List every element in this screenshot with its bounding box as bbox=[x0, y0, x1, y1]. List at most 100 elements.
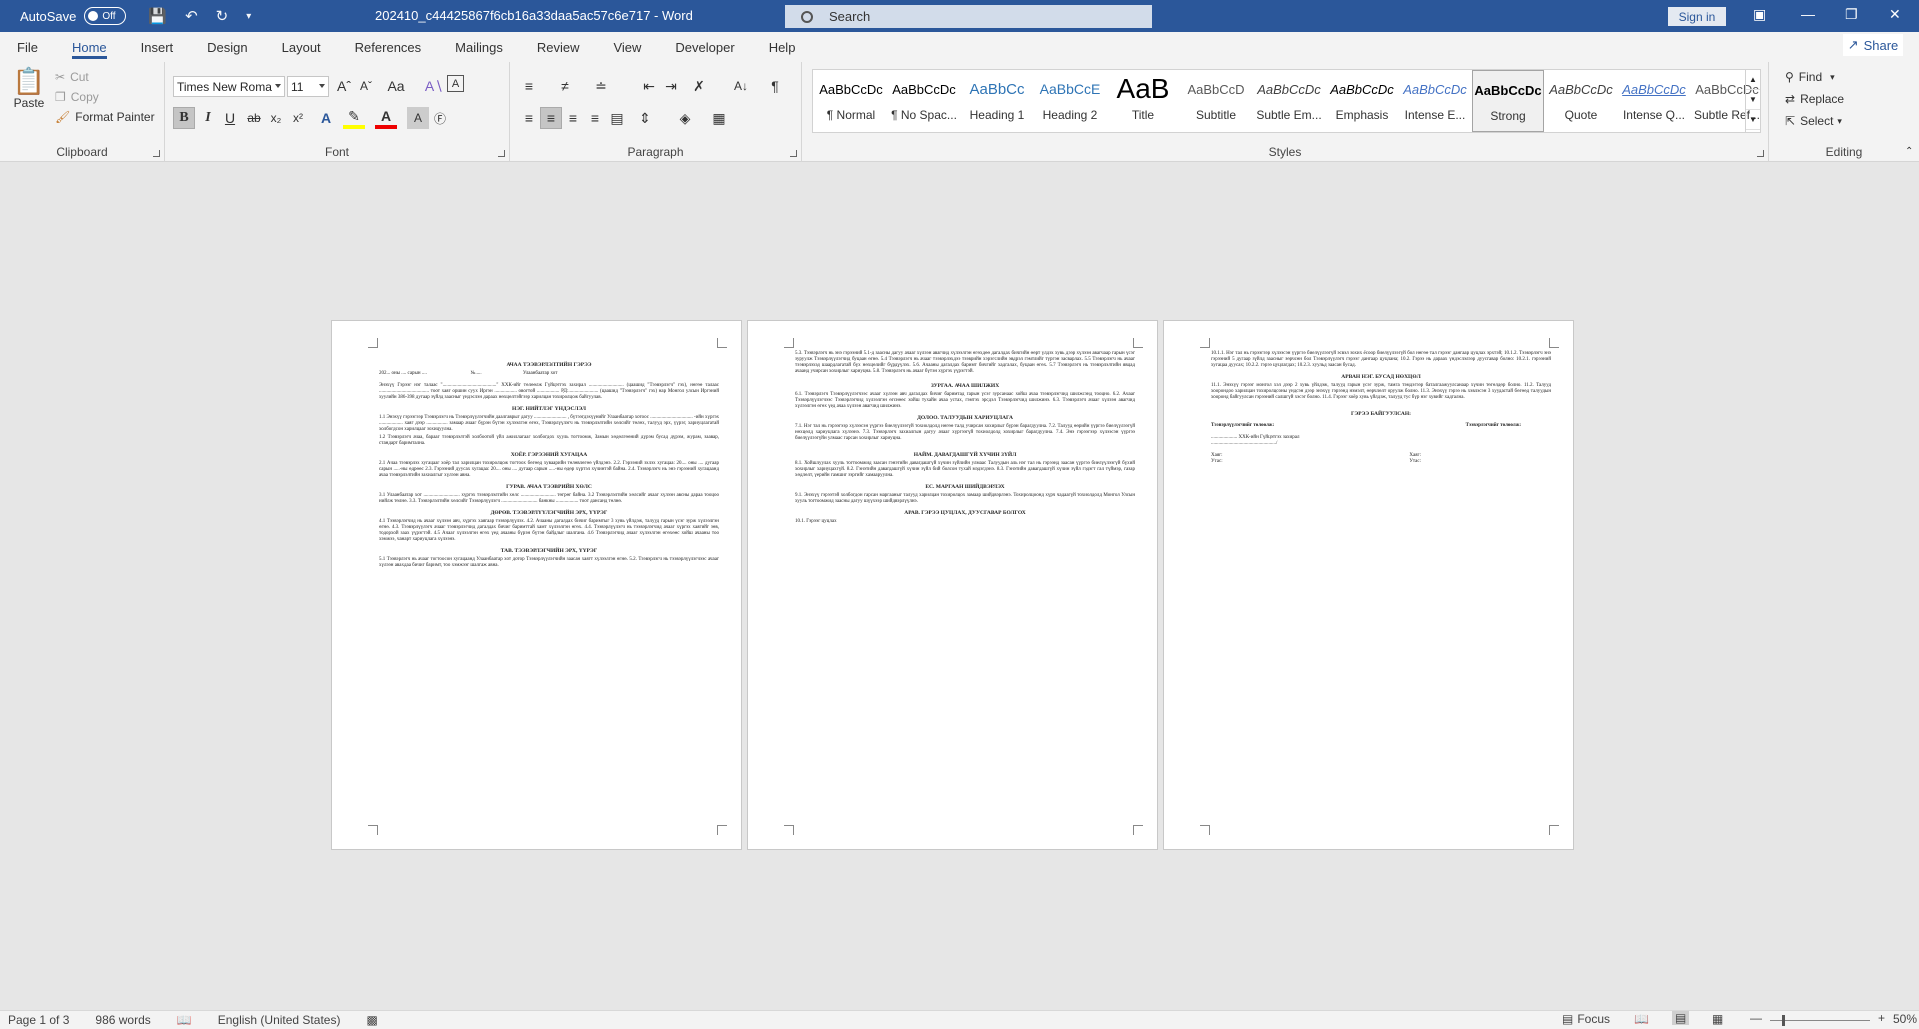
zoom-out-icon[interactable]: — bbox=[1750, 1011, 1762, 1025]
clipboard-launcher-icon[interactable] bbox=[153, 150, 160, 157]
highlight-icon[interactable]: ✎ bbox=[343, 107, 365, 129]
show-formatting-icon[interactable]: ¶ bbox=[764, 75, 786, 97]
redo-icon[interactable]: ↻ bbox=[216, 7, 229, 25]
paste-button[interactable]: 📋 Paste bbox=[12, 66, 46, 110]
document-area[interactable]: АЧАА ТЭЭВЭРЛЭЛТИЙН ГЭРЭЭ 202... оны ....… bbox=[0, 163, 1919, 1010]
close-icon[interactable]: ✕ bbox=[1889, 6, 1901, 23]
cut-button[interactable]: ✂ Cut bbox=[55, 70, 89, 84]
style-normal[interactable]: AaBbCcDc ¶ Normal bbox=[815, 70, 887, 132]
text-effects-icon[interactable]: A bbox=[315, 107, 337, 129]
zoom-slider[interactable] bbox=[1770, 1015, 1870, 1026]
tab-design[interactable]: Design bbox=[190, 32, 264, 62]
gallery-down-icon[interactable]: ▼ bbox=[1746, 90, 1760, 110]
minimize-icon[interactable]: — bbox=[1801, 6, 1815, 22]
italic-icon[interactable]: I bbox=[197, 107, 219, 129]
zoom-in-icon[interactable]: + bbox=[1878, 1011, 1885, 1025]
tab-view[interactable]: View bbox=[596, 32, 658, 62]
tab-layout[interactable]: Layout bbox=[265, 32, 338, 62]
character-shading-icon[interactable]: A bbox=[407, 107, 429, 129]
align-right-icon[interactable]: ≡ bbox=[562, 107, 584, 129]
multilevel-list-icon[interactable]: ≐ bbox=[590, 75, 612, 97]
ribbon-display-icon[interactable]: ▣ bbox=[1753, 6, 1766, 23]
tab-help[interactable]: Help bbox=[752, 32, 813, 62]
page-3[interactable]: 10.1.1. Нэг тал нь гэрээгээр хүлээсэн үү… bbox=[1164, 321, 1573, 849]
style-no-spac[interactable]: AaBbCcDc ¶ No Spac... bbox=[888, 70, 960, 132]
style-subtle-em[interactable]: AaBbCcDc Subtle Em... bbox=[1253, 70, 1325, 132]
enclose-characters-icon[interactable]: Ⓕ bbox=[429, 107, 451, 129]
zoom-level[interactable]: 50% bbox=[1893, 1012, 1917, 1026]
strikethrough-icon[interactable]: ab bbox=[243, 107, 265, 129]
subscript-icon[interactable]: x₂ bbox=[265, 107, 287, 129]
maximize-icon[interactable]: ❐ bbox=[1845, 6, 1858, 23]
gallery-up-icon[interactable]: ▲ bbox=[1746, 70, 1760, 90]
zoom-slider-thumb[interactable] bbox=[1782, 1015, 1785, 1026]
change-case-icon[interactable]: Aa bbox=[385, 75, 407, 97]
tab-insert[interactable]: Insert bbox=[124, 32, 191, 62]
sort-icon[interactable]: A↓ bbox=[730, 75, 752, 97]
paragraph-launcher-icon[interactable] bbox=[790, 150, 797, 157]
shrink-font-icon[interactable]: Aˇ bbox=[355, 75, 377, 97]
decrease-indent-icon[interactable]: ⇤ bbox=[638, 75, 660, 97]
tab-review[interactable]: Review bbox=[520, 32, 597, 62]
align-center-icon[interactable]: ≡ bbox=[540, 107, 562, 129]
numbering-icon[interactable]: ≠ bbox=[554, 75, 576, 97]
style-quote[interactable]: AaBbCcDc Quote bbox=[1545, 70, 1617, 132]
style-heading-1[interactable]: AaBbCc Heading 1 bbox=[961, 70, 1033, 132]
grow-font-icon[interactable]: Aˆ bbox=[333, 75, 355, 97]
style-intense-e[interactable]: AaBbCcDc Intense E... bbox=[1399, 70, 1471, 132]
copy-button[interactable]: ❐ Copy bbox=[55, 90, 99, 104]
page-count[interactable]: Page 1 of 3 bbox=[8, 1013, 69, 1027]
autosave-toggle[interactable]: Off bbox=[84, 7, 127, 25]
font-launcher-icon[interactable] bbox=[498, 150, 505, 157]
style-subtitle[interactable]: AaBbCcD Subtitle bbox=[1180, 70, 1252, 132]
tab-home[interactable]: Home bbox=[55, 32, 124, 62]
line-spacing-icon[interactable]: ⇕ bbox=[634, 107, 656, 129]
replace-button[interactable]: ⇄ Replace bbox=[1785, 92, 1844, 106]
font-color-icon[interactable]: A bbox=[375, 107, 397, 129]
shading-icon[interactable]: ◈ bbox=[674, 107, 696, 129]
find-button[interactable]: ⚲ Find ▾ bbox=[1785, 70, 1835, 84]
character-border-icon[interactable]: A bbox=[447, 75, 464, 92]
sign-in-button[interactable]: Sign in bbox=[1668, 7, 1726, 26]
page-1[interactable]: АЧАА ТЭЭВЭРЛЭЛТИЙН ГЭРЭЭ 202... оны ....… bbox=[332, 321, 741, 849]
proofing-icon[interactable]: 📖 bbox=[177, 1013, 192, 1027]
tab-developer[interactable]: Developer bbox=[658, 32, 751, 62]
style-emphasis[interactable]: AaBbCcDc Emphasis bbox=[1326, 70, 1398, 132]
share-button[interactable]: ↗ Share bbox=[1843, 34, 1903, 56]
accessibility-icon[interactable]: ▩ bbox=[366, 1013, 377, 1027]
save-icon[interactable]: 💾 bbox=[148, 7, 167, 25]
language-status[interactable]: English (United States) bbox=[218, 1013, 341, 1027]
align-left-icon[interactable]: ≡ bbox=[518, 107, 540, 129]
distributed-icon[interactable]: ▤ bbox=[606, 107, 628, 129]
asian-layout-icon[interactable]: ✗ bbox=[688, 75, 710, 97]
collapse-ribbon-icon[interactable]: ⌃ bbox=[1905, 146, 1913, 157]
styles-launcher-icon[interactable] bbox=[1757, 150, 1764, 157]
word-count[interactable]: 986 words bbox=[95, 1013, 150, 1027]
bullets-icon[interactable]: ≡ bbox=[518, 75, 540, 97]
font-name-field[interactable]: Times New Roma bbox=[173, 76, 285, 97]
superscript-icon[interactable]: x² bbox=[287, 107, 309, 129]
increase-indent-icon[interactable]: ⇥ bbox=[660, 75, 682, 97]
print-layout-icon[interactable]: ▤ bbox=[1672, 1011, 1690, 1025]
justify-icon[interactable]: ≡ bbox=[584, 107, 606, 129]
tab-mailings[interactable]: Mailings bbox=[438, 32, 520, 62]
gallery-more-icon[interactable]: ▼ bbox=[1746, 110, 1760, 130]
tab-file[interactable]: File bbox=[0, 32, 55, 62]
focus-button[interactable]: ▤ Focus bbox=[1562, 1012, 1610, 1026]
read-mode-icon[interactable]: 📖 bbox=[1634, 1012, 1649, 1026]
customize-qa-icon[interactable]: ▾ bbox=[246, 11, 251, 22]
page-2[interactable]: 5.3. Тээвэрлэгч нь энэ гэрээний 5.1-д за… bbox=[748, 321, 1157, 849]
web-layout-icon[interactable]: ▦ bbox=[1712, 1012, 1723, 1026]
format-painter-button[interactable]: 🖌 Format Painter bbox=[55, 110, 155, 124]
style-strong[interactable]: AaBbCcDc Strong bbox=[1472, 70, 1544, 132]
style-title[interactable]: AaB Title bbox=[1107, 70, 1179, 132]
borders-icon[interactable]: ▦ bbox=[708, 107, 730, 129]
style-heading-2[interactable]: AaBbCcE Heading 2 bbox=[1034, 70, 1106, 132]
underline-icon[interactable]: U bbox=[219, 107, 241, 129]
undo-icon[interactable]: ↶ bbox=[185, 7, 198, 25]
select-button[interactable]: ⇱ Select ▾ bbox=[1785, 114, 1842, 128]
style-intense-q[interactable]: AaBbCcDc Intense Q... bbox=[1618, 70, 1690, 132]
bold-icon[interactable]: B bbox=[173, 107, 195, 129]
tab-references[interactable]: References bbox=[338, 32, 438, 62]
search-input[interactable]: Search bbox=[785, 5, 1152, 28]
